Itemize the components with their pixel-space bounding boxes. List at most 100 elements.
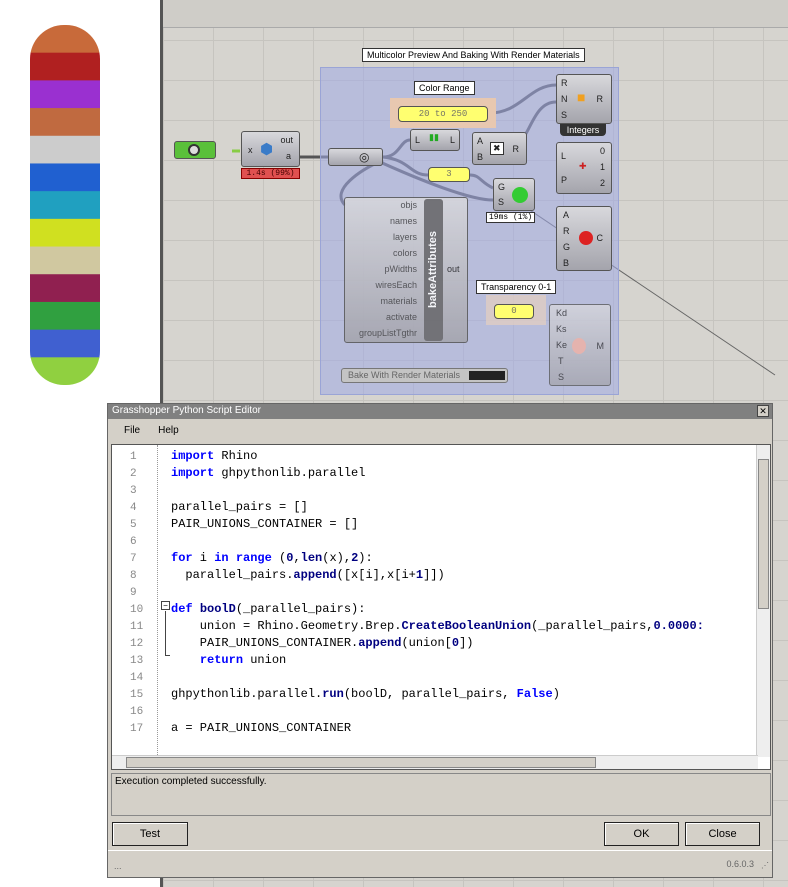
close-button[interactable]: Close <box>685 822 760 846</box>
menu-help[interactable]: Help <box>158 425 179 437</box>
random-node[interactable]: R N S ■ R <box>556 74 612 124</box>
editor-titlebar[interactable]: Grasshopper Python Script Editor ✕ <box>108 404 772 419</box>
editor-title: Grasshopper Python Script Editor <box>112 405 261 416</box>
code-line: 14 <box>112 669 704 686</box>
line-number: 15 <box>130 689 144 701</box>
python-node[interactable]: x ⬢ out a <box>241 131 300 167</box>
bake-button-label: Bake With Render Materials <box>348 370 461 380</box>
line-number: 1 <box>130 451 137 463</box>
line-number: 13 <box>130 655 144 667</box>
python-timing: 1.4s (99%) <box>241 168 300 179</box>
list-node[interactable]: L ▮▮ L <box>410 129 460 151</box>
list-icon: ▮▮ <box>429 132 439 142</box>
line-number: 10 <box>130 604 144 616</box>
code-token: Rhino <box>214 449 258 463</box>
code-token: (union[ <box>401 636 452 650</box>
code-token: ( <box>271 551 287 565</box>
flatten-node[interactable]: ◎ <box>328 148 383 166</box>
code-token: CreateBooleanUnion <box>401 619 532 633</box>
test-button[interactable]: Test <box>112 822 188 846</box>
input-ks: Ks <box>556 324 567 334</box>
code-line: 8 parallel_pairs.append([x[i],x[i+1]]) <box>112 567 704 584</box>
code-token: append <box>293 568 337 582</box>
line-number: 17 <box>130 723 144 735</box>
param-node[interactable] <box>174 141 216 159</box>
horizontal-scrollbar[interactable] <box>112 755 758 769</box>
input-colors: colors <box>392 248 417 258</box>
output-l: L <box>449 135 455 145</box>
axis-icon: ✚ <box>579 161 587 171</box>
input-r: R <box>563 226 570 236</box>
line-number: 8 <box>130 570 137 582</box>
input-t: T <box>558 356 564 366</box>
input-wireseach: wiresEach <box>375 280 417 290</box>
status-output: Execution completed successfully. <box>111 773 771 816</box>
dice-icon: ■ <box>577 89 586 105</box>
output-r: R <box>596 94 604 104</box>
code-line: 7 for i in range (0,len(x),2): <box>112 550 704 567</box>
line-number: 3 <box>130 485 137 497</box>
line-number: 2 <box>130 468 137 480</box>
code-line: 9 <box>112 584 704 601</box>
transparency-label: Transparency 0-1 <box>476 280 557 294</box>
ok-button[interactable]: OK <box>604 822 679 846</box>
line-number: 9 <box>130 587 137 599</box>
code-line: 3 <box>112 482 704 499</box>
input-ke: Ke <box>556 340 568 350</box>
line-number: 6 <box>130 536 137 548</box>
output-m: M <box>596 341 605 351</box>
code-line: 15 ghpythonlib.parallel.run(boolD, parall… <box>112 686 704 703</box>
line-number: 11 <box>130 621 144 633</box>
input-kd: Kd <box>556 308 568 318</box>
color-node[interactable]: A R G B C <box>556 206 612 271</box>
code-token: parallel_pairs = [] <box>171 500 308 514</box>
bake-button[interactable]: Bake With Render Materials <box>341 368 508 383</box>
material-node[interactable]: Kd Ks Ke T S M <box>549 304 611 386</box>
spiral-icon: ◎ <box>359 150 370 164</box>
bake-attributes-node[interactable]: objs names layers colors pWidths wiresEach mat… <box>344 197 468 343</box>
line-number: 16 <box>130 706 144 718</box>
input-b: B <box>563 258 570 268</box>
preview-node[interactable]: G S <box>493 178 535 211</box>
output-2: 2 <box>599 178 605 188</box>
output-out: out <box>447 264 460 274</box>
code-token: (_parallel_pairs, <box>531 619 654 633</box>
input-pwidths: pWidths <box>384 264 417 274</box>
python-icon: ⬢ <box>260 141 274 158</box>
line-number: 14 <box>130 672 144 684</box>
code-token: ) <box>552 687 560 701</box>
integers-tag: Integers <box>560 124 606 136</box>
preview-timing: 19ms (1%) <box>486 212 536 223</box>
color-range-slider[interactable]: 20 to 250 <box>398 106 488 122</box>
resize-grip-icon[interactable]: ⋰ <box>761 861 769 870</box>
material-icon <box>572 338 586 354</box>
code-token: ]]) <box>423 568 445 582</box>
code-token: union = Rhino.Geometry.Brep. <box>171 619 402 633</box>
color-sphere-icon <box>579 231 593 245</box>
line-number: 4 <box>130 502 137 514</box>
input-x: x <box>248 145 253 155</box>
line-number: 12 <box>130 638 144 650</box>
code-token: ([x[i],x[i+ <box>336 568 416 582</box>
code-token: for <box>171 551 193 565</box>
code-token: parallel_pairs. <box>171 568 294 582</box>
code-token: boolD <box>199 602 236 616</box>
transparency-slider[interactable]: 0 <box>494 304 534 319</box>
multiply-node[interactable]: A B ✖ R <box>472 132 527 165</box>
code-token: union <box>243 653 287 667</box>
number-slider[interactable]: 3 <box>428 167 470 182</box>
code-token: 1 <box>415 568 424 582</box>
fold-toggle-icon[interactable]: − <box>161 601 170 610</box>
close-window-button[interactable]: ✕ <box>757 405 769 417</box>
input-b: B <box>477 152 484 162</box>
code-line: 13 return union <box>112 652 704 669</box>
menu-file[interactable]: File <box>124 425 140 437</box>
explode-node[interactable]: L P ✚ 0 1 2 <box>556 142 612 194</box>
vertical-scrollbar[interactable] <box>756 445 770 757</box>
code-token: (x), <box>322 551 352 565</box>
input-a: A <box>477 136 484 146</box>
code-token: def <box>171 602 193 616</box>
code-editor[interactable]: 1 import Rhino 2 import ghpythonlib.paralle… <box>111 444 771 770</box>
